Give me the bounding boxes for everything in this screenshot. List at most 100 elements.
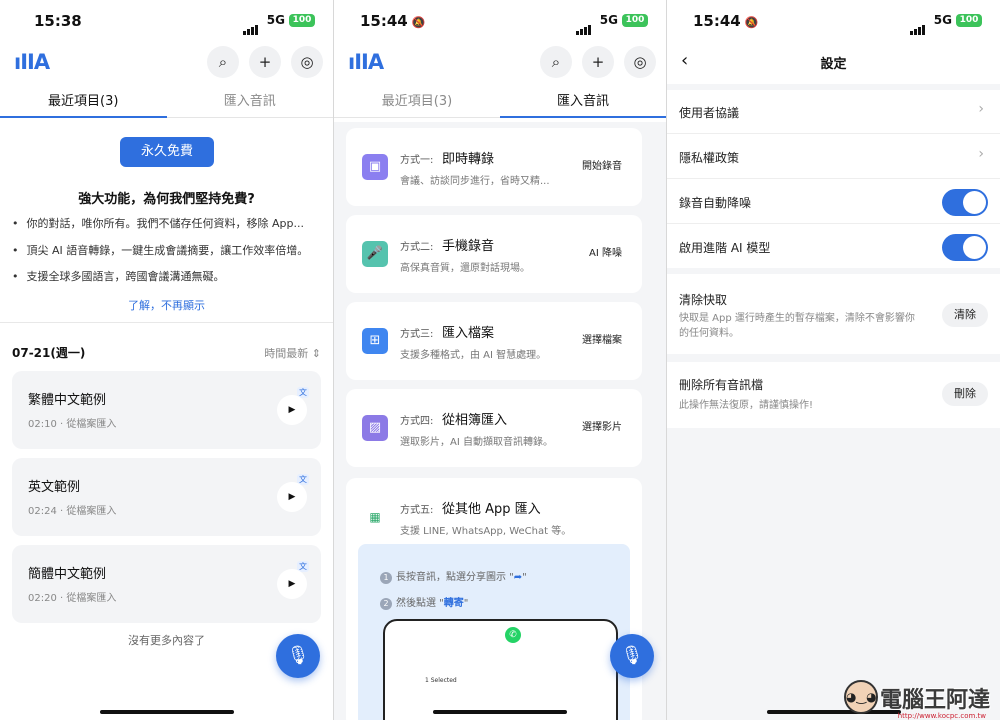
promo-bullet: 你的對話，唯你所有。我們不儲存任何資料，移除 App... xyxy=(12,215,321,231)
method-prefix: 方式五: xyxy=(400,505,434,516)
dismiss-link[interactable]: 了解，不再顯示 xyxy=(0,297,333,313)
method-desc: 高保真音質，還原對話現場。 xyxy=(400,263,530,274)
home-indicator xyxy=(433,710,567,714)
method-card-album[interactable]: ▨ 方式四: 從相簿匯入 選取影片，AI 自動擷取音訊轉錄。 選擇影片 xyxy=(346,389,642,467)
method-card-phone[interactable]: 🎤 方式二: 手機錄音 高保真音質，還原對話現場。 AI 降噪 xyxy=(346,215,642,293)
photo-album-icon: ▨ xyxy=(362,415,388,441)
method-name: 手機錄音 xyxy=(442,239,495,254)
delete-audio-section: 刪除所有音訊檔 此操作無法復原，請謹慎操作! 刪除 xyxy=(667,362,1000,428)
forward-label: 轉寄 xyxy=(443,598,464,609)
home-indicator xyxy=(99,710,234,714)
plus-icon[interactable]: + xyxy=(249,46,281,78)
sort-dropdown[interactable]: 時間最新 ⇕ xyxy=(264,345,321,361)
search-icon[interactable]: ⌕ xyxy=(540,46,572,78)
row-label: 使用者協議 xyxy=(679,106,740,120)
auto-denoise-toggle[interactable] xyxy=(942,189,988,216)
guide-step-2: 2 然後點選 "轉寄" xyxy=(380,594,468,610)
start-recording-button[interactable]: 開始錄音 xyxy=(572,156,632,178)
watermark-url: http://www.kocpc.com.tw xyxy=(897,712,986,720)
guide-step-1-end: " xyxy=(522,572,527,583)
tab-import[interactable]: 匯入音訊 xyxy=(167,90,334,109)
method-prefix: 方式一: xyxy=(400,155,434,166)
method-card-live[interactable]: ▣ 方式一: 即時轉錄 會議、訪談同步進行，省時又精... 開始錄音 xyxy=(346,128,642,206)
clear-cache-title: 清除快取 xyxy=(679,293,728,307)
file-import-icon: ⊞ xyxy=(362,328,388,354)
active-tab-indicator xyxy=(0,116,167,118)
plus-icon[interactable]: + xyxy=(582,46,614,78)
active-tab-indicator xyxy=(500,116,666,118)
clear-cache-desc: 快取是 App 運行時產生的暫存檔案，清除不會影響你的任何資料。 xyxy=(679,313,915,339)
row-label: 隱私權政策 xyxy=(679,151,740,165)
ai-denoise-button[interactable]: AI 降噪 xyxy=(579,243,632,265)
tab-recent[interactable]: 最近項目(3) xyxy=(0,90,167,109)
free-forever-button[interactable]: 永久免費 xyxy=(120,137,214,167)
tab-bar: 最近項目(3) 匯入音訊 xyxy=(0,84,333,118)
recording-meta: 02:24 · 從檔案匯入 xyxy=(28,506,117,517)
signal-icon xyxy=(576,16,592,35)
app-logo: ıIIA xyxy=(348,50,384,74)
messaging-apps-icon: ▦ xyxy=(369,510,381,524)
guide-step-2-text: 然後點選 " xyxy=(396,598,444,609)
mute-bell-icon: 🔕 xyxy=(411,16,426,29)
play-icon[interactable]: ▶ xyxy=(277,569,307,599)
status-time: 15:44 🔕 xyxy=(693,12,758,30)
row-label: 錄音自動降噪 xyxy=(679,196,752,210)
tab-bar: 最近項目(3) 匯入音訊 xyxy=(334,84,666,118)
play-icon[interactable]: ▶ xyxy=(277,482,307,512)
play-icon[interactable]: ▶ xyxy=(277,395,307,425)
tab-import[interactable]: 匯入音訊 xyxy=(500,90,666,109)
choose-file-button[interactable]: 選擇檔案 xyxy=(572,330,632,352)
sort-label: 時間最新 xyxy=(264,347,309,360)
method-desc: 支援多種格式，由 AI 智慧處理。 xyxy=(400,350,547,361)
advanced-ai-toggle[interactable] xyxy=(942,234,988,261)
record-settings-icon[interactable]: ◎ xyxy=(624,46,656,78)
chevron-right-icon: › xyxy=(978,101,984,117)
row-label: 啟用進階 AI 模型 xyxy=(679,241,771,255)
method-name: 從其他 App 匯入 xyxy=(442,502,541,517)
status-bar: 15:44 🔕 5G 100 xyxy=(667,8,1000,36)
recording-meta: 02:10 · 從檔案匯入 xyxy=(28,419,117,430)
chevron-right-icon: › xyxy=(978,146,984,162)
method-name: 匯入檔案 xyxy=(442,326,495,341)
user-agreement-row[interactable]: 使用者協議 › xyxy=(667,90,1000,134)
method-desc: 支援 LINE, WhatsApp, WeChat 等。 xyxy=(400,526,572,537)
record-settings-icon[interactable]: ◎ xyxy=(291,46,323,78)
privacy-policy-row[interactable]: 隱私權政策 › xyxy=(667,135,1000,179)
record-mic-button[interactable]: 🎙 xyxy=(276,634,320,678)
status-bar: 15:38 5G 100 xyxy=(0,8,333,36)
delete-audio-button[interactable]: 刪除 xyxy=(942,382,988,406)
tab-recent[interactable]: 最近項目(3) xyxy=(334,90,500,109)
clear-cache-button[interactable]: 清除 xyxy=(942,303,988,327)
promo-bullet: 支援全球多國語言，跨國會議溝通無礙。 xyxy=(12,268,321,284)
phone-illustration: ✆ 1 Selected xyxy=(383,619,618,720)
settings-screen: 15:44 🔕 5G 100 ‹ 設定 使用者協議 › 隱私權政策 › 錄音自動降… xyxy=(667,0,1000,720)
status-bar: 15:44 🔕 5G 100 xyxy=(334,8,666,36)
date-group-label: 07-21(週一) xyxy=(12,346,86,360)
recording-item[interactable]: 簡體中文範例 02:20 · 從檔案匯入 文 ▶ xyxy=(12,545,321,623)
recording-meta: 02:20 · 從檔案匯入 xyxy=(28,593,117,604)
method-desc: 選取影片，AI 自動擷取音訊轉錄。 xyxy=(400,437,553,448)
signal-icon xyxy=(910,16,926,35)
clear-cache-section: 清除快取 快取是 App 運行時產生的暫存檔案，清除不會影響你的任何資料。 清除 xyxy=(667,274,1000,354)
record-mic-button[interactable]: 🎙 xyxy=(610,634,654,678)
status-time: 15:44 🔕 xyxy=(360,12,425,30)
method-prefix: 方式三: xyxy=(400,329,434,340)
recording-title: 簡體中文範例 xyxy=(28,567,107,582)
delete-audio-title: 刪除所有音訊檔 xyxy=(679,378,764,392)
status-time: 15:38 xyxy=(34,12,82,30)
share-guide: 1 長按音訊，點選分享圖示 "➦" 2 然後點選 "轉寄" ✆ 1 Selected xyxy=(358,544,630,720)
mute-bell-icon: 🔕 xyxy=(744,16,759,29)
sort-icon: ⇕ xyxy=(311,347,321,360)
step-number-2: 2 xyxy=(380,598,392,610)
battery-icon: 100 xyxy=(956,14,982,27)
microphone-icon: 🎙 xyxy=(286,645,310,666)
advanced-ai-row: 啟用進階 AI 模型 xyxy=(667,225,1000,269)
recording-item[interactable]: 英文範例 02:24 · 從檔案匯入 文 ▶ xyxy=(12,458,321,536)
search-icon[interactable]: ⌕ xyxy=(207,46,239,78)
method-prefix: 方式四: xyxy=(400,416,434,427)
method-card-file[interactable]: ⊞ 方式三: 匯入檔案 支援多種格式，由 AI 智慧處理。 選擇檔案 xyxy=(346,302,642,380)
choose-video-button[interactable]: 選擇影片 xyxy=(572,417,632,439)
recording-item[interactable]: 繁體中文範例 02:10 · 從檔案匯入 文 ▶ xyxy=(12,371,321,449)
status-time-text: 15:44 xyxy=(360,12,408,30)
method-prefix: 方式二: xyxy=(400,242,434,253)
